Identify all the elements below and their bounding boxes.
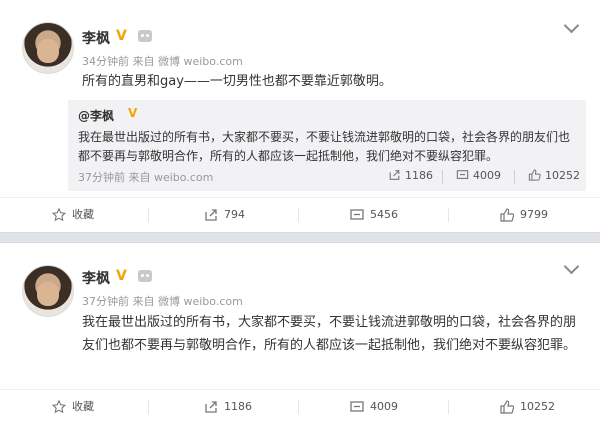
robot-icon <box>138 30 152 42</box>
favorite-button[interactable]: 收藏 <box>52 390 94 424</box>
favorite-label: 收藏 <box>72 400 94 413</box>
author-name[interactable]: 李枫 <box>82 28 110 48</box>
avatar[interactable] <box>22 22 74 74</box>
divider <box>448 400 449 414</box>
thumbs-up-icon <box>500 208 514 222</box>
repost-button[interactable]: 794 <box>204 198 245 232</box>
verified-v-icon: V <box>128 106 138 120</box>
comment-icon <box>456 170 469 179</box>
star-icon <box>52 208 66 222</box>
avatar[interactable] <box>22 265 74 317</box>
divider <box>148 208 149 222</box>
star-icon <box>52 400 66 414</box>
repost-share-count: 1186 <box>405 169 433 182</box>
comment-count: 5456 <box>370 208 398 221</box>
comment-button[interactable]: 4009 <box>350 390 398 424</box>
repost-count: 794 <box>224 208 245 221</box>
repost-like-count: 10252 <box>545 169 580 182</box>
share-icon <box>389 170 400 180</box>
post-text: 我在最世出版过的所有书，大家都不要买，不要让钱流进郭敬明的口袋，社会各界的朋友们… <box>82 315 577 353</box>
repost-comment-stat[interactable]: 4009 <box>456 169 501 182</box>
favorite-button[interactable]: 收藏 <box>52 198 94 232</box>
repost-like-stat[interactable]: 10252 <box>528 169 580 182</box>
repost-count: 1186 <box>224 400 252 413</box>
repost-meta: 37分钟前 来自 weibo.com <box>78 171 214 184</box>
repost-share-stat[interactable]: 1186 <box>388 169 433 182</box>
thumbs-up-icon <box>500 400 514 414</box>
chevron-down-icon[interactable] <box>563 258 580 275</box>
comment-icon <box>350 209 364 220</box>
post-meta: 37分钟前 来自 微博 weibo.com <box>82 295 243 308</box>
thumbs-up-icon <box>528 169 541 181</box>
post-text: 所有的直男和gay——一切男性也都不要靠近郭敬明。 <box>82 74 392 89</box>
divider <box>298 208 299 222</box>
weibo-post-card: 李枫 V 37分钟前 来自 微博 weibo.com 我在最世出版过的所有书，大… <box>0 243 600 424</box>
like-count: 10252 <box>520 400 555 413</box>
chevron-down-icon[interactable] <box>563 17 580 34</box>
like-count: 9799 <box>520 208 548 221</box>
comment-button[interactable]: 5456 <box>350 198 398 232</box>
action-bar: 收藏 794 5456 9799 <box>0 197 600 232</box>
share-icon <box>205 401 217 413</box>
action-bar: 收藏 1186 4009 10252 <box>0 389 600 424</box>
divider <box>442 170 443 184</box>
favorite-label: 收藏 <box>72 208 94 221</box>
repost-box: @李枫 V 我在最世出版过的所有书，大家都不要买，不要让钱流进郭敬明的口袋，社会… <box>68 100 586 191</box>
repost-text: 我在最世出版过的所有书，大家都不要买，不要让钱流进郭敬明的口袋，社会各界的朋友们… <box>78 130 571 163</box>
verified-v-icon: V <box>116 28 127 44</box>
divider <box>514 170 515 184</box>
repost-button[interactable]: 1186 <box>204 390 252 424</box>
author-name[interactable]: 李枫 <box>82 268 110 288</box>
divider <box>298 400 299 414</box>
like-button[interactable]: 9799 <box>500 198 548 232</box>
post-meta: 34分钟前 来自 微博 weibo.com <box>82 55 243 68</box>
share-icon <box>205 209 217 221</box>
like-button[interactable]: 10252 <box>500 390 555 424</box>
repost-comment-count: 4009 <box>473 169 501 182</box>
robot-icon <box>138 270 152 282</box>
verified-v-icon: V <box>116 268 127 284</box>
comment-icon <box>350 401 364 412</box>
repost-author[interactable]: @李枫 <box>78 107 114 124</box>
divider <box>448 208 449 222</box>
comment-count: 4009 <box>370 400 398 413</box>
weibo-post-card: 李枫 V 34分钟前 来自 微博 weibo.com 所有的直男和gay——一切… <box>0 0 600 232</box>
divider <box>148 400 149 414</box>
